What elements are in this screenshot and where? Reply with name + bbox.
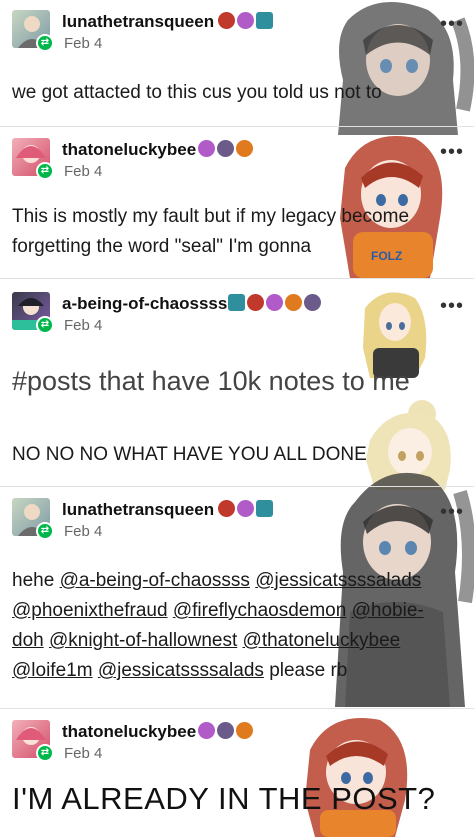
post-tag[interactable]: #posts that have 10k notes to me (12, 366, 410, 396)
post-header: ⇄ lunathetransqueen Feb 4 ••• (0, 488, 474, 544)
post-body-prefix: hehe (12, 570, 55, 591)
user-badge-icon (256, 500, 273, 517)
user-badge-icon (266, 294, 283, 311)
user-badge-icon (198, 722, 215, 739)
mention-link[interactable]: @a-being-of-chaossss (60, 570, 250, 591)
post-header: ⇄ thatoneluckybee Feb 4 ••• (0, 128, 474, 184)
post-body-line-2: @phoenixthefraud @fireflychaosdemon @hob… (12, 596, 424, 626)
username[interactable]: thatoneluckybee (62, 140, 196, 160)
mention-link[interactable]: @jessicatssssalads (98, 660, 264, 681)
post-header: ⇄ a-being-of-chaossss Feb 4 ••• (0, 282, 474, 338)
user-badge-icon (217, 722, 234, 739)
username[interactable]: thatoneluckybee (62, 722, 196, 742)
post-body-line-2: forgetting the word "seal" I'm gonna (12, 236, 312, 257)
more-options-icon[interactable]: ••• (440, 142, 464, 162)
reblog-icon: ⇄ (36, 522, 54, 540)
user-badge-icon (247, 294, 264, 311)
user-badges (218, 500, 273, 518)
post-header: ⇄ lunathetransqueen Feb 4 ••• (0, 0, 474, 56)
user-badge-icon (285, 294, 302, 311)
post-date: Feb 4 (64, 745, 103, 762)
user-badge-icon (237, 12, 254, 29)
user-badge-icon (237, 500, 254, 517)
post-body-suffix: please rb (269, 660, 348, 681)
post-body: we got attacted to this cus you told us … (12, 82, 382, 103)
reblog-post-2: ⇄ thatoneluckybee Feb 4 ••• This is most… (0, 128, 474, 278)
user-badges (218, 12, 273, 30)
post-body-line-4: @loife1m @jessicatssssalads please rb (12, 656, 347, 686)
mention-link[interactable]: @fireflychaosdemon (173, 600, 346, 621)
user-badge-icon (217, 140, 234, 157)
user-badges (198, 140, 253, 158)
reblog-thread-screenshot: FOLZ ⇄ lunathetransqueen Feb 4 ••• we go… (0, 0, 474, 837)
user-badge-icon (256, 12, 273, 29)
divider (0, 278, 474, 279)
divider (0, 126, 474, 127)
more-options-icon[interactable]: ••• (440, 296, 464, 316)
user-badge-icon (218, 12, 235, 29)
user-badges (198, 722, 253, 740)
divider (0, 486, 474, 487)
post-body-line-1: This is mostly my fault but if my legacy… (12, 206, 410, 227)
user-badge-icon (304, 294, 321, 311)
reblog-post-4: ⇄ lunathetransqueen Feb 4 ••• hehe @a-be… (0, 488, 474, 708)
post-date: Feb 4 (64, 35, 103, 52)
mention-link[interactable]: @phoenixthefraud (12, 600, 168, 621)
user-badge-icon (236, 140, 253, 157)
post-body-line-1: hehe @a-being-of-chaossss @jessicatssssa… (12, 566, 421, 596)
mention-link[interactable]: @knight-of-hallownest (49, 630, 237, 651)
post-header: ⇄ thatoneluckybee Feb 4 (0, 710, 474, 766)
mention-link[interactable]: @thatoneluckybee (243, 630, 401, 651)
username[interactable]: a-being-of-chaossss (62, 294, 227, 314)
reblog-icon: ⇄ (36, 316, 54, 334)
user-badges (228, 294, 321, 312)
more-options-icon[interactable]: ••• (440, 502, 464, 522)
post-date: Feb 4 (64, 163, 103, 180)
user-badge-icon (198, 140, 215, 157)
divider (0, 708, 474, 709)
username[interactable]: lunathetransqueen (62, 12, 214, 32)
reblog-post-3: ⇄ a-being-of-chaossss Feb 4 ••• #posts t… (0, 282, 474, 484)
mention-link[interactable]: doh (12, 630, 44, 651)
post-body: NO NO NO WHAT HAVE YOU ALL DONE (12, 444, 367, 465)
reblog-post-1: ⇄ lunathetransqueen Feb 4 ••• we got att… (0, 0, 474, 126)
reblog-post-5: ⇄ thatoneluckybee Feb 4 I'M ALREADY IN T… (0, 710, 474, 837)
reblog-icon: ⇄ (36, 34, 54, 52)
mention-link[interactable]: @hobie- (352, 600, 424, 621)
post-date: Feb 4 (64, 317, 103, 334)
reblog-icon: ⇄ (36, 162, 54, 180)
post-body-line-3: doh @knight-of-hallownest @thatoneluckyb… (12, 626, 400, 656)
post-date: Feb 4 (64, 523, 103, 540)
reblog-icon: ⇄ (36, 744, 54, 762)
user-badge-icon (218, 500, 235, 517)
username[interactable]: lunathetransqueen (62, 500, 214, 520)
more-options-icon[interactable]: ••• (440, 14, 464, 34)
user-badge-icon (228, 294, 245, 311)
mention-link[interactable]: @loife1m (12, 660, 93, 681)
mention-link[interactable]: @jessicatssssalads (255, 570, 421, 591)
post-body: I'M ALREADY IN THE POST? (12, 781, 436, 816)
user-badge-icon (236, 722, 253, 739)
